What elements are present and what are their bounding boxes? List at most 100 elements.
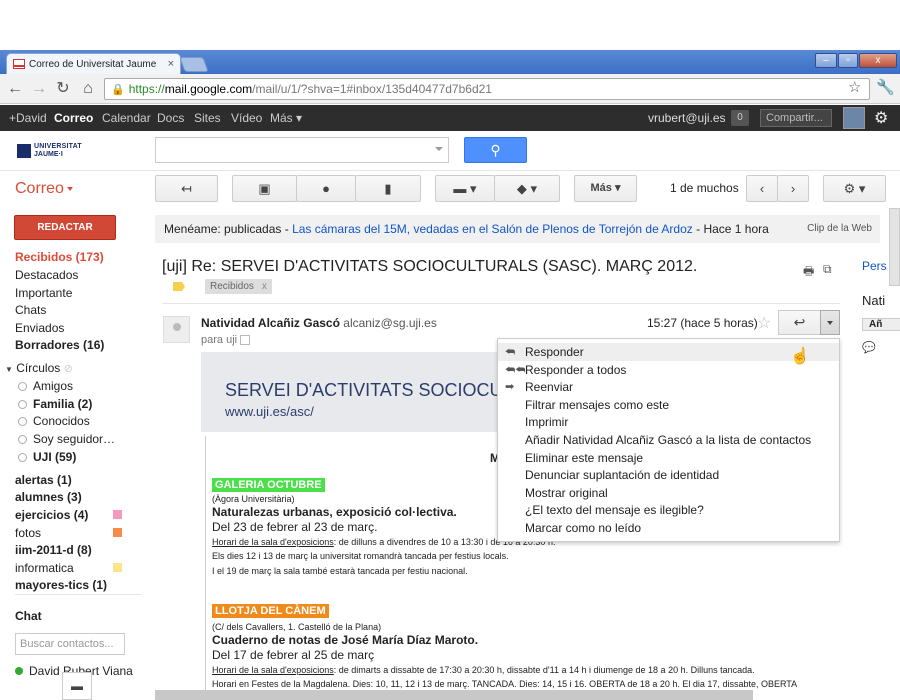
chat-search-input[interactable]: Buscar contactos... xyxy=(15,633,125,655)
circles-settings-icon[interactable]: ⊘ xyxy=(64,363,73,375)
minimize-button[interactable]: – xyxy=(815,53,837,68)
gbar-mas[interactable]: Más ▾ xyxy=(270,111,302,125)
menu-item-show-original[interactable]: Mostrar original xyxy=(498,484,839,502)
details-dropdown-icon[interactable] xyxy=(240,335,251,345)
label-iim[interactable]: iim-2011-d (8) xyxy=(15,543,92,557)
nav-drafts[interactable]: Borradores (16) xyxy=(15,338,104,352)
label-mayores-tics[interactable]: mayores-tics (1) xyxy=(15,578,107,592)
gbar-video[interactable]: Vídeo xyxy=(231,111,262,125)
gbar-user[interactable]: vrubert@uji.es xyxy=(648,111,726,125)
back-icon[interactable]: ← xyxy=(4,78,26,100)
new-tab-button[interactable] xyxy=(179,57,209,72)
right-panel-link[interactable]: Pers xyxy=(862,259,887,273)
menu-item-filter[interactable]: Filtrar mensajes como este xyxy=(498,396,839,414)
right-panel-chat-icon[interactable]: 💬 xyxy=(862,341,876,354)
circle-item[interactable]: Amigos xyxy=(18,379,73,393)
menu-item-reply[interactable]: ⮪ Responder xyxy=(498,343,839,361)
reload-icon[interactable]: ↻ xyxy=(52,78,74,100)
chat-bubble-icon[interactable]: ▬ xyxy=(62,672,92,700)
circle-item[interactable]: Familia (2) xyxy=(18,397,92,411)
bookmark-star-icon[interactable]: ☆ xyxy=(848,78,861,96)
reply-button[interactable]: ↩ xyxy=(778,310,821,335)
newer-button[interactable]: ‹ xyxy=(746,175,778,202)
uji-logo[interactable]: UNIVERSITAT JAUME·I xyxy=(17,142,87,160)
archive-button[interactable]: ▣ xyxy=(232,175,297,202)
circle-item[interactable]: Soy seguidor… xyxy=(18,432,115,446)
circle-item[interactable]: UJI (59) xyxy=(18,450,76,464)
nav-chats[interactable]: Chats xyxy=(15,303,46,317)
recipients[interactable]: para uji xyxy=(201,334,251,346)
share-button[interactable]: Compartir... xyxy=(760,109,832,127)
app-switcher[interactable]: Correo xyxy=(15,180,73,198)
tab-close-icon[interactable]: × xyxy=(168,58,174,70)
menu-item-print[interactable]: Imprimir xyxy=(498,413,839,431)
older-button[interactable]: › xyxy=(777,175,809,202)
clip-label[interactable]: Clip de la Web xyxy=(807,215,872,243)
label-color-swatch[interactable] xyxy=(113,563,122,572)
forward-icon[interactable]: → xyxy=(28,78,50,100)
wrench-icon[interactable]: 🔧 xyxy=(876,78,895,96)
delete-button[interactable]: ▮ xyxy=(355,175,421,202)
label-ejercicios[interactable]: ejercicios (4) xyxy=(15,508,88,522)
avatar[interactable] xyxy=(843,107,865,129)
gbar-correo[interactable]: Correo xyxy=(54,111,93,125)
sender-avatar[interactable] xyxy=(163,316,190,343)
menu-item-unreadable[interactable]: ¿El texto del mensaje es ilegible? xyxy=(498,501,839,519)
nav-starred[interactable]: Destacados xyxy=(15,268,78,282)
move-to-button[interactable]: ▬ ▾ xyxy=(435,175,495,202)
gbar-plus-david[interactable]: +David xyxy=(9,111,47,125)
menu-item-forward[interactable]: ➡ Reenviar xyxy=(498,378,839,396)
back-to-inbox-button[interactable]: ↤ xyxy=(155,175,218,202)
label-color-swatch[interactable] xyxy=(113,510,122,519)
circle-item[interactable]: Conocidos xyxy=(18,414,90,428)
search-button[interactable]: ⚲ xyxy=(464,137,527,163)
url-host: mail.google.com xyxy=(164,82,253,96)
window-close-button[interactable]: x xyxy=(859,53,897,68)
right-panel-add-button[interactable]: Añ xyxy=(862,318,900,331)
settings-button[interactable]: ⚙ ▾ xyxy=(823,175,886,202)
label-alertas[interactable]: alertas (1) xyxy=(15,473,72,487)
star-icon[interactable]: ☆ xyxy=(757,313,771,333)
gbar-sites[interactable]: Sites xyxy=(194,111,221,125)
more-actions-button[interactable]: Más ▾ xyxy=(574,175,637,202)
gbar-notifications[interactable]: 0 xyxy=(731,110,749,126)
menu-item-label: Reenviar xyxy=(525,380,574,394)
scrollbar[interactable] xyxy=(889,208,900,286)
sender[interactable]: Natividad Alcañiz Gascó alcaniz@sg.uji.e… xyxy=(201,316,437,330)
spam-icon: ● xyxy=(322,181,330,196)
label-alumnes[interactable]: alumnes (3) xyxy=(15,490,82,504)
label-color-swatch[interactable] xyxy=(113,528,122,537)
menu-item-add-contact[interactable]: Añadir Natividad Alcañiz Gascó a la list… xyxy=(498,431,839,449)
menu-item-mark-unread[interactable]: Marcar como no leído xyxy=(498,519,839,537)
circles-header[interactable]: ▼ Círculos ⊘ xyxy=(5,361,73,375)
gbar-calendar[interactable]: Calendar xyxy=(102,111,151,125)
circle-icon xyxy=(18,417,27,426)
nav-inbox[interactable]: Recibidos (173) xyxy=(15,250,104,264)
spam-button[interactable]: ● xyxy=(296,175,356,202)
menu-item-delete[interactable]: Eliminar este mensaje xyxy=(498,449,839,467)
horizontal-scrollbar[interactable] xyxy=(155,690,753,700)
clip-link[interactable]: Las cámaras del 15M, vedadas en el Salón… xyxy=(292,222,693,236)
gear-icon[interactable]: ⚙ xyxy=(874,108,888,128)
new-window-icon[interactable]: ⧉ xyxy=(823,262,832,277)
label-informatica[interactable]: informatica xyxy=(15,561,74,575)
compose-button[interactable]: REDACTAR xyxy=(14,215,116,240)
menu-item-label: Marcar como no leído xyxy=(525,521,642,535)
labels-button[interactable]: ◆ ▾ xyxy=(494,175,560,202)
message-more-button[interactable] xyxy=(820,310,840,335)
label-fotos[interactable]: fotos xyxy=(15,526,41,540)
print-icon[interactable]: 🖶 xyxy=(803,262,814,283)
maximize-button[interactable]: ▫ xyxy=(838,53,858,68)
search-options-icon[interactable] xyxy=(435,147,443,151)
nav-sent[interactable]: Enviados xyxy=(15,321,64,335)
nav-important[interactable]: Importante xyxy=(15,286,72,300)
remove-label-icon[interactable]: x xyxy=(262,281,267,292)
menu-item-reply-all[interactable]: ⮪⮪ Responder a todos xyxy=(498,361,839,379)
home-icon[interactable]: ⌂ xyxy=(77,78,99,100)
browser-tab[interactable]: Correo de Universitat Jaume I × xyxy=(6,53,181,74)
search-input[interactable] xyxy=(155,137,449,163)
important-marker-icon[interactable] xyxy=(173,282,185,291)
menu-item-report-phishing[interactable]: Denunciar suplantación de identidad xyxy=(498,466,839,484)
address-bar[interactable]: 🔒 https://mail.google.com/mail/u/1/?shva… xyxy=(104,78,870,100)
gbar-docs[interactable]: Docs xyxy=(157,111,184,125)
